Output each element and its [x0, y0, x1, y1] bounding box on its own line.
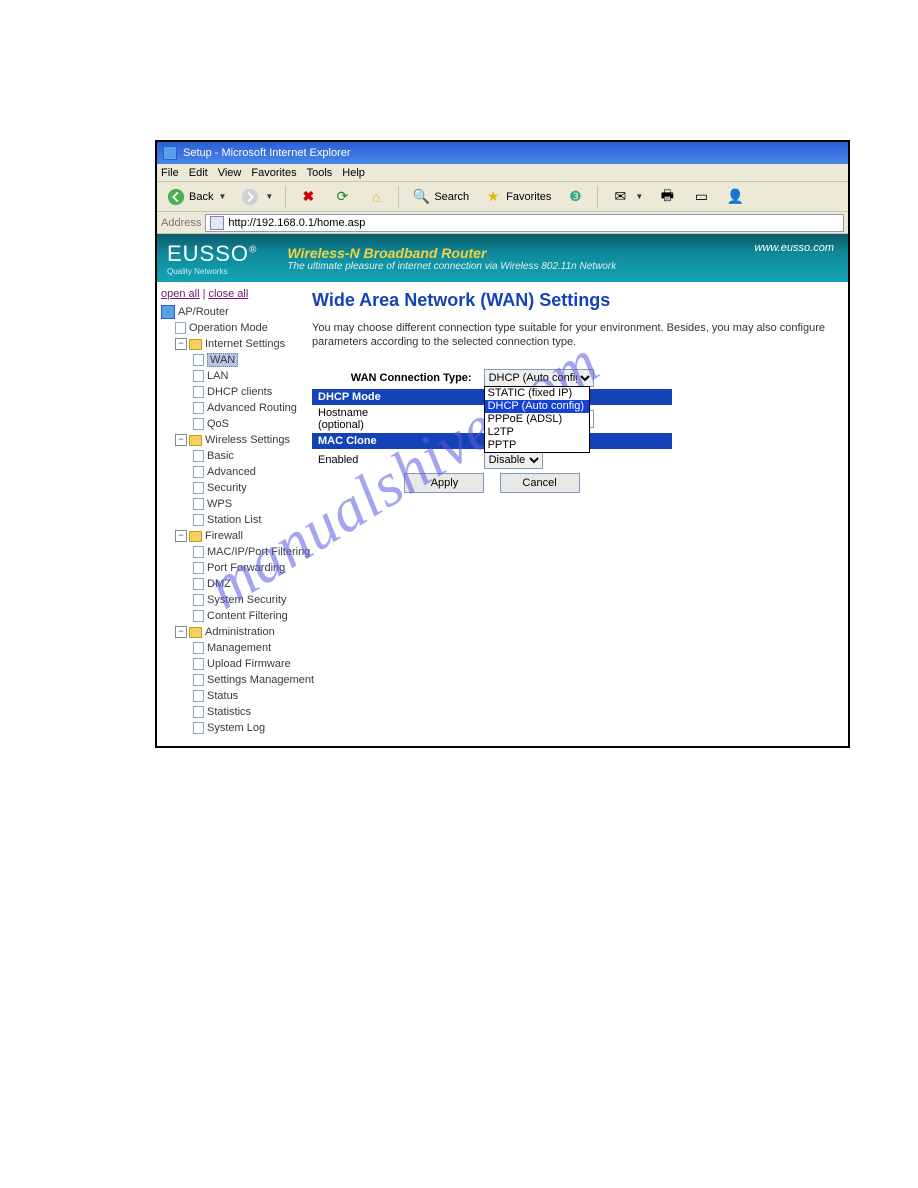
- search-icon: 🔍: [411, 187, 431, 207]
- sidebar-item-statistics[interactable]: Statistics: [193, 704, 296, 720]
- stop-button[interactable]: ✖: [293, 184, 323, 210]
- sidebar-item-operation-mode[interactable]: Operation Mode: [175, 320, 296, 336]
- sidebar-folder-admin[interactable]: Administration Management Upload Firmwar…: [175, 624, 296, 736]
- mail-icon: ✉: [610, 187, 630, 207]
- sidebar-item-mac-filter[interactable]: MAC/IP/Port Filtering: [193, 544, 296, 560]
- back-button[interactable]: Back ▼: [161, 184, 231, 210]
- address-label: Address: [161, 217, 201, 229]
- toolbar: Back ▼ ▼ ✖ ⟳ ⌂ 🔍 Search ★ Favorites: [157, 182, 848, 212]
- page-title: Wide Area Network (WAN) Settings: [312, 290, 838, 311]
- wan-option-dhcp[interactable]: DHCP (Auto config): [485, 400, 589, 413]
- menu-tools[interactable]: Tools: [307, 167, 333, 179]
- titlebar: Setup - Microsoft Internet Explorer: [157, 142, 848, 164]
- sidebar: open all | close all AP/Router Operation…: [157, 282, 302, 746]
- menu-favorites[interactable]: Favorites: [251, 167, 296, 179]
- messenger-button[interactable]: 👤: [720, 184, 750, 210]
- sidebar-item-lan[interactable]: LAN: [193, 368, 296, 384]
- sidebar-item-system-security[interactable]: System Security: [193, 592, 296, 608]
- sidebar-item-content-filtering[interactable]: Content Filtering: [193, 608, 296, 624]
- history-icon: ❸: [565, 187, 585, 207]
- favorites-button[interactable]: ★ Favorites: [478, 184, 556, 210]
- page-icon: [210, 216, 224, 230]
- wan-form: WAN Connection Type: DHCP (Auto config) …: [312, 367, 672, 495]
- wan-option-l2tp[interactable]: L2TP: [485, 426, 589, 439]
- edit-icon: ▭: [691, 187, 711, 207]
- content: Wide Area Network (WAN) Settings You may…: [302, 282, 848, 746]
- messenger-icon: 👤: [725, 187, 745, 207]
- menu-view[interactable]: View: [218, 167, 242, 179]
- chevron-down-icon: ▼: [265, 192, 273, 201]
- sidebar-folder-internet[interactable]: Internet Settings WAN LAN DHCP clients A…: [175, 336, 296, 432]
- ie-window: Setup - Microsoft Internet Explorer File…: [155, 140, 850, 748]
- sidebar-item-dhcp-clients[interactable]: DHCP clients: [193, 384, 296, 400]
- close-all-link[interactable]: close all: [209, 288, 249, 300]
- sidebar-item-wps[interactable]: WPS: [193, 496, 296, 512]
- logo-subtitle: Quality Networks: [167, 267, 257, 276]
- print-icon: 🖶: [657, 187, 677, 207]
- wan-option-pptp[interactable]: PPTP: [485, 439, 589, 452]
- sidebar-item-port-forwarding[interactable]: Port Forwarding: [193, 560, 296, 576]
- stop-icon: ✖: [298, 187, 318, 207]
- star-icon: ★: [483, 187, 503, 207]
- menu-help[interactable]: Help: [342, 167, 365, 179]
- menu-edit[interactable]: Edit: [189, 167, 208, 179]
- enabled-select[interactable]: Disable: [484, 451, 543, 469]
- forward-icon: [240, 187, 260, 207]
- sidebar-item-station-list[interactable]: Station List: [193, 512, 296, 528]
- sidebar-item-advanced[interactable]: Advanced: [193, 464, 296, 480]
- wan-type-select[interactable]: DHCP (Auto config): [484, 369, 594, 387]
- banner-url: www.eusso.com: [755, 242, 834, 254]
- tree-root[interactable]: AP/Router Operation Mode Internet Settin…: [161, 304, 296, 736]
- home-icon: ⌂: [366, 187, 386, 207]
- sidebar-item-management[interactable]: Management: [193, 640, 296, 656]
- history-button[interactable]: ❸: [560, 184, 590, 210]
- page-description: You may choose different connection type…: [312, 321, 838, 349]
- wan-type-dropdown: STATIC (fixed IP) DHCP (Auto config) PPP…: [484, 386, 590, 453]
- router-banner: EUSSO® Quality Networks Wireless-N Broad…: [157, 234, 848, 282]
- edit-button[interactable]: ▭: [686, 184, 716, 210]
- sidebar-item-qos[interactable]: QoS: [193, 416, 296, 432]
- window-title: Setup - Microsoft Internet Explorer: [183, 147, 351, 159]
- sidebar-folder-firewall[interactable]: Firewall MAC/IP/Port Filtering Port Forw…: [175, 528, 296, 624]
- ie-icon: [163, 146, 177, 160]
- address-input[interactable]: http://192.168.0.1/home.asp: [205, 214, 844, 232]
- apply-button[interactable]: Apply: [404, 473, 484, 493]
- wan-type-label: WAN Connection Type:: [312, 367, 478, 389]
- chevron-down-icon: ▼: [218, 192, 226, 201]
- sidebar-item-advanced-routing[interactable]: Advanced Routing: [193, 400, 296, 416]
- wan-option-static[interactable]: STATIC (fixed IP): [485, 387, 589, 400]
- sidebar-item-wan[interactable]: WAN: [193, 352, 296, 368]
- open-all-link[interactable]: open all: [161, 288, 200, 300]
- forward-button[interactable]: ▼: [235, 184, 278, 210]
- logo: EUSSO®: [167, 241, 257, 267]
- wan-option-pppoe[interactable]: PPPoE (ADSL): [485, 413, 589, 426]
- banner-title: Wireless-N Broadband Router: [287, 245, 616, 261]
- sidebar-folder-wireless[interactable]: Wireless Settings Basic Advanced Securit…: [175, 432, 296, 528]
- print-button[interactable]: 🖶: [652, 184, 682, 210]
- sidebar-item-status[interactable]: Status: [193, 688, 296, 704]
- home-button[interactable]: ⌂: [361, 184, 391, 210]
- refresh-button[interactable]: ⟳: [327, 184, 357, 210]
- search-button[interactable]: 🔍 Search: [406, 184, 474, 210]
- sidebar-item-upload-firmware[interactable]: Upload Firmware: [193, 656, 296, 672]
- sidebar-item-system-log[interactable]: System Log: [193, 720, 296, 736]
- cancel-button[interactable]: Cancel: [500, 473, 580, 493]
- enabled-label: Enabled: [312, 449, 478, 471]
- banner-subtitle: The ultimate pleasure of internet connec…: [287, 261, 616, 272]
- sidebar-item-settings-management[interactable]: Settings Management: [193, 672, 296, 688]
- sidebar-item-dmz[interactable]: DMZ: [193, 576, 296, 592]
- address-bar: Address http://192.168.0.1/home.asp: [157, 212, 848, 234]
- sidebar-item-security[interactable]: Security: [193, 480, 296, 496]
- menu-file[interactable]: File: [161, 167, 179, 179]
- mail-button[interactable]: ✉▼: [605, 184, 648, 210]
- back-icon: [166, 187, 186, 207]
- sidebar-item-basic[interactable]: Basic: [193, 448, 296, 464]
- address-url: http://192.168.0.1/home.asp: [228, 217, 365, 229]
- menubar: File Edit View Favorites Tools Help: [157, 164, 848, 182]
- refresh-icon: ⟳: [332, 187, 352, 207]
- hostname-label: Hostname(optional): [312, 405, 478, 433]
